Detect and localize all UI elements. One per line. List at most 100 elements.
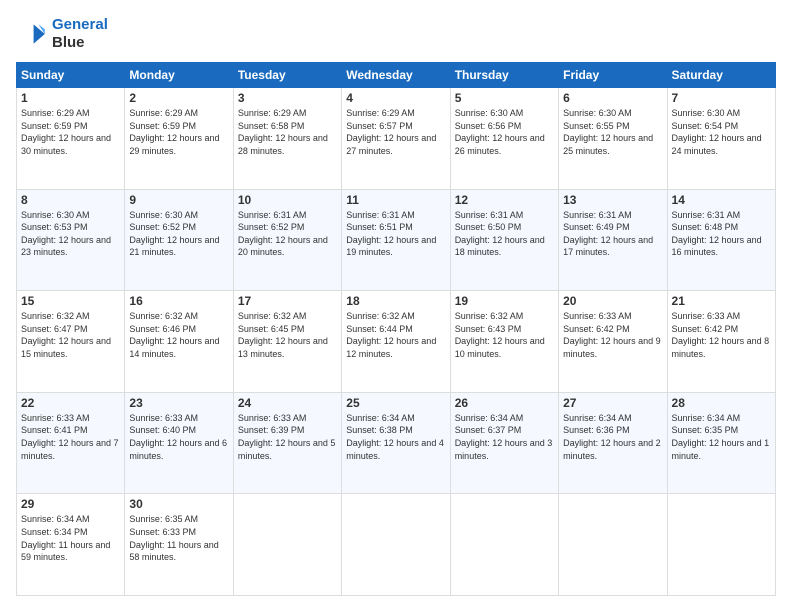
day-info: Sunrise: 6:31 AMSunset: 6:50 PMDaylight:… <box>455 209 554 259</box>
day-info: Sunrise: 6:33 AMSunset: 6:40 PMDaylight:… <box>129 412 228 462</box>
day-info: Sunrise: 6:35 AMSunset: 6:33 PMDaylight:… <box>129 513 228 563</box>
day-info: Sunrise: 6:30 AMSunset: 6:56 PMDaylight:… <box>455 107 554 157</box>
calendar-cell: 3 Sunrise: 6:29 AMSunset: 6:58 PMDayligh… <box>233 88 341 190</box>
weekday-header-monday: Monday <box>125 63 233 88</box>
calendar-cell: 13 Sunrise: 6:31 AMSunset: 6:49 PMDaylig… <box>559 189 667 291</box>
calendar-cell: 29 Sunrise: 6:34 AMSunset: 6:34 PMDaylig… <box>17 494 125 596</box>
day-info: Sunrise: 6:29 AMSunset: 6:59 PMDaylight:… <box>21 107 120 157</box>
day-number: 14 <box>672 193 771 207</box>
calendar-cell: 17 Sunrise: 6:32 AMSunset: 6:45 PMDaylig… <box>233 291 341 393</box>
weekday-header-friday: Friday <box>559 63 667 88</box>
calendar-week-5: 29 Sunrise: 6:34 AMSunset: 6:34 PMDaylig… <box>17 494 776 596</box>
calendar-cell: 9 Sunrise: 6:30 AMSunset: 6:52 PMDayligh… <box>125 189 233 291</box>
day-number: 24 <box>238 396 337 410</box>
day-info: Sunrise: 6:34 AMSunset: 6:36 PMDaylight:… <box>563 412 662 462</box>
calendar-cell: 26 Sunrise: 6:34 AMSunset: 6:37 PMDaylig… <box>450 392 558 494</box>
day-info: Sunrise: 6:30 AMSunset: 6:52 PMDaylight:… <box>129 209 228 259</box>
calendar-week-4: 22 Sunrise: 6:33 AMSunset: 6:41 PMDaylig… <box>17 392 776 494</box>
day-info: Sunrise: 6:34 AMSunset: 6:37 PMDaylight:… <box>455 412 554 462</box>
calendar-cell <box>450 494 558 596</box>
weekday-header-sunday: Sunday <box>17 63 125 88</box>
day-number: 30 <box>129 497 228 511</box>
day-number: 2 <box>129 91 228 105</box>
calendar-week-2: 8 Sunrise: 6:30 AMSunset: 6:53 PMDayligh… <box>17 189 776 291</box>
day-info: Sunrise: 6:31 AMSunset: 6:51 PMDaylight:… <box>346 209 445 259</box>
weekday-header-tuesday: Tuesday <box>233 63 341 88</box>
day-info: Sunrise: 6:30 AMSunset: 6:55 PMDaylight:… <box>563 107 662 157</box>
day-info: Sunrise: 6:31 AMSunset: 6:49 PMDaylight:… <box>563 209 662 259</box>
calendar-cell: 23 Sunrise: 6:33 AMSunset: 6:40 PMDaylig… <box>125 392 233 494</box>
day-info: Sunrise: 6:32 AMSunset: 6:47 PMDaylight:… <box>21 310 120 360</box>
day-info: Sunrise: 6:29 AMSunset: 6:59 PMDaylight:… <box>129 107 228 157</box>
logo: General Blue <box>16 16 108 52</box>
calendar-cell <box>667 494 775 596</box>
calendar-cell: 6 Sunrise: 6:30 AMSunset: 6:55 PMDayligh… <box>559 88 667 190</box>
day-info: Sunrise: 6:32 AMSunset: 6:43 PMDaylight:… <box>455 310 554 360</box>
day-info: Sunrise: 6:33 AMSunset: 6:39 PMDaylight:… <box>238 412 337 462</box>
calendar-cell: 7 Sunrise: 6:30 AMSunset: 6:54 PMDayligh… <box>667 88 775 190</box>
day-info: Sunrise: 6:31 AMSunset: 6:48 PMDaylight:… <box>672 209 771 259</box>
day-info: Sunrise: 6:33 AMSunset: 6:41 PMDaylight:… <box>21 412 120 462</box>
calendar-cell <box>342 494 450 596</box>
calendar-cell: 11 Sunrise: 6:31 AMSunset: 6:51 PMDaylig… <box>342 189 450 291</box>
day-number: 13 <box>563 193 662 207</box>
calendar-cell: 14 Sunrise: 6:31 AMSunset: 6:48 PMDaylig… <box>667 189 775 291</box>
day-number: 4 <box>346 91 445 105</box>
weekday-header-saturday: Saturday <box>667 63 775 88</box>
day-number: 5 <box>455 91 554 105</box>
day-number: 25 <box>346 396 445 410</box>
calendar-cell: 24 Sunrise: 6:33 AMSunset: 6:39 PMDaylig… <box>233 392 341 494</box>
day-number: 15 <box>21 294 120 308</box>
calendar-cell: 30 Sunrise: 6:35 AMSunset: 6:33 PMDaylig… <box>125 494 233 596</box>
calendar-cell: 16 Sunrise: 6:32 AMSunset: 6:46 PMDaylig… <box>125 291 233 393</box>
day-number: 11 <box>346 193 445 207</box>
day-number: 16 <box>129 294 228 308</box>
logo-icon <box>16 18 48 50</box>
day-number: 9 <box>129 193 228 207</box>
page: General Blue SundayMondayTuesdayWednesda… <box>0 0 792 612</box>
calendar-cell: 5 Sunrise: 6:30 AMSunset: 6:56 PMDayligh… <box>450 88 558 190</box>
weekday-header-wednesday: Wednesday <box>342 63 450 88</box>
calendar-cell: 1 Sunrise: 6:29 AMSunset: 6:59 PMDayligh… <box>17 88 125 190</box>
day-number: 21 <box>672 294 771 308</box>
day-number: 7 <box>672 91 771 105</box>
day-info: Sunrise: 6:29 AMSunset: 6:57 PMDaylight:… <box>346 107 445 157</box>
calendar-cell <box>233 494 341 596</box>
calendar-cell: 27 Sunrise: 6:34 AMSunset: 6:36 PMDaylig… <box>559 392 667 494</box>
calendar-cell: 15 Sunrise: 6:32 AMSunset: 6:47 PMDaylig… <box>17 291 125 393</box>
calendar-cell: 2 Sunrise: 6:29 AMSunset: 6:59 PMDayligh… <box>125 88 233 190</box>
day-info: Sunrise: 6:33 AMSunset: 6:42 PMDaylight:… <box>563 310 662 360</box>
day-info: Sunrise: 6:33 AMSunset: 6:42 PMDaylight:… <box>672 310 771 360</box>
calendar-cell: 22 Sunrise: 6:33 AMSunset: 6:41 PMDaylig… <box>17 392 125 494</box>
day-number: 19 <box>455 294 554 308</box>
day-number: 12 <box>455 193 554 207</box>
day-info: Sunrise: 6:34 AMSunset: 6:35 PMDaylight:… <box>672 412 771 462</box>
day-number: 22 <box>21 396 120 410</box>
calendar-cell: 20 Sunrise: 6:33 AMSunset: 6:42 PMDaylig… <box>559 291 667 393</box>
calendar-table: SundayMondayTuesdayWednesdayThursdayFrid… <box>16 62 776 596</box>
day-number: 18 <box>346 294 445 308</box>
day-number: 28 <box>672 396 771 410</box>
calendar-week-1: 1 Sunrise: 6:29 AMSunset: 6:59 PMDayligh… <box>17 88 776 190</box>
day-number: 3 <box>238 91 337 105</box>
day-info: Sunrise: 6:31 AMSunset: 6:52 PMDaylight:… <box>238 209 337 259</box>
calendar-cell: 4 Sunrise: 6:29 AMSunset: 6:57 PMDayligh… <box>342 88 450 190</box>
day-info: Sunrise: 6:32 AMSunset: 6:46 PMDaylight:… <box>129 310 228 360</box>
header: General Blue <box>16 16 776 52</box>
day-info: Sunrise: 6:32 AMSunset: 6:44 PMDaylight:… <box>346 310 445 360</box>
day-info: Sunrise: 6:30 AMSunset: 6:53 PMDaylight:… <box>21 209 120 259</box>
day-info: Sunrise: 6:34 AMSunset: 6:38 PMDaylight:… <box>346 412 445 462</box>
day-number: 20 <box>563 294 662 308</box>
day-number: 23 <box>129 396 228 410</box>
day-number: 6 <box>563 91 662 105</box>
calendar-cell <box>559 494 667 596</box>
day-number: 27 <box>563 396 662 410</box>
calendar-week-3: 15 Sunrise: 6:32 AMSunset: 6:47 PMDaylig… <box>17 291 776 393</box>
day-number: 8 <box>21 193 120 207</box>
weekday-header-row: SundayMondayTuesdayWednesdayThursdayFrid… <box>17 63 776 88</box>
day-number: 17 <box>238 294 337 308</box>
calendar-cell: 21 Sunrise: 6:33 AMSunset: 6:42 PMDaylig… <box>667 291 775 393</box>
weekday-header-thursday: Thursday <box>450 63 558 88</box>
calendar-cell: 10 Sunrise: 6:31 AMSunset: 6:52 PMDaylig… <box>233 189 341 291</box>
calendar-cell: 19 Sunrise: 6:32 AMSunset: 6:43 PMDaylig… <box>450 291 558 393</box>
